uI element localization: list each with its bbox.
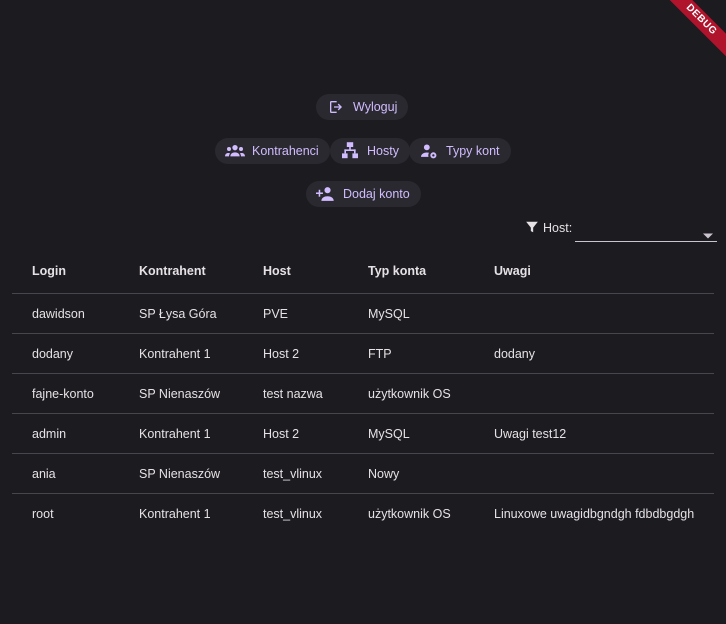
cell-login: dodany: [12, 333, 119, 374]
logout-icon: [326, 99, 346, 115]
cell-notes: dodany: [474, 333, 714, 374]
person-add-icon: [316, 186, 336, 202]
table-row[interactable]: admin Kontrahent 1 Host 2 MySQL Uwagi te…: [12, 413, 714, 454]
cell-login: dawidson: [12, 293, 119, 334]
cell-account-type: MySQL: [348, 293, 474, 334]
arrow-drop-down-icon: [703, 226, 713, 244]
cell-contractor: Kontrahent 1: [119, 413, 243, 454]
column-header-host[interactable]: Host: [243, 248, 348, 294]
cell-host: PVE: [243, 293, 348, 334]
hosts-button[interactable]: Hosty: [330, 138, 410, 164]
cell-login: fajne-konto: [12, 373, 119, 414]
logout-button[interactable]: Wyloguj: [316, 94, 409, 120]
logout-label: Wyloguj: [353, 100, 398, 114]
account-tree-icon: [340, 142, 360, 159]
host-filter: Host:: [525, 218, 717, 242]
cell-contractor: SP Nienaszów: [119, 453, 243, 494]
host-filter-dropdown[interactable]: [575, 218, 717, 242]
host-filter-label: Host:: [543, 221, 573, 235]
account-types-button[interactable]: Typy kont: [409, 138, 511, 164]
table-header-row: Login Kontrahent Host Typ konta Uwagi: [12, 248, 714, 294]
cell-login: ania: [12, 453, 119, 494]
table-row[interactable]: root Kontrahent 1 test_vlinux użytkownik…: [12, 494, 714, 534]
manage-accounts-icon: [419, 143, 439, 159]
add-account-label: Dodaj konto: [343, 187, 410, 201]
column-header-contractor[interactable]: Kontrahent: [119, 248, 243, 294]
cell-contractor: SP Łysa Góra: [119, 293, 243, 334]
column-header-account-type[interactable]: Typ konta: [348, 248, 474, 294]
cell-contractor: Kontrahent 1: [139, 506, 211, 521]
accounts-table: Login Kontrahent Host Typ konta Uwagi da…: [12, 248, 714, 533]
cell-account-type: użytkownik OS: [348, 373, 474, 414]
account-types-label: Typy kont: [446, 144, 500, 158]
cell-contractor: SP Nienaszów: [119, 373, 243, 414]
groups-icon: [225, 143, 245, 159]
cell-host: test nazwa: [243, 373, 348, 414]
filter-icon: [525, 220, 539, 239]
cell-contractor: Kontrahent 1: [119, 333, 243, 374]
cell-notes: [474, 453, 714, 494]
column-header-notes[interactable]: Uwagi: [474, 248, 714, 294]
cell-notes: [474, 293, 714, 334]
cell-account-type: Nowy: [348, 453, 474, 494]
add-account-button[interactable]: Dodaj konto: [306, 181, 421, 207]
cell-notes: Linuxowe uwagidbgndgh fdbdbgdgh: [494, 506, 695, 521]
table-row[interactable]: fajne-konto SP Nienaszów test nazwa użyt…: [12, 373, 714, 414]
cell-login: root: [32, 506, 54, 521]
cell-notes: [474, 373, 714, 414]
table-row[interactable]: dodany Kontrahent 1 Host 2 FTP dodany: [12, 333, 714, 374]
app-root: DEBUG Wyloguj Kontrahenci Hosty Typy kon…: [0, 0, 726, 624]
contractors-button[interactable]: Kontrahenci: [215, 138, 330, 164]
contractors-label: Kontrahenci: [252, 144, 319, 158]
cell-login: admin: [12, 413, 119, 454]
cell-host: Host 2: [243, 413, 348, 454]
table-row[interactable]: dawidson SP Łysa Góra PVE MySQL: [12, 293, 714, 334]
table-row[interactable]: ania SP Nienaszów test_vlinux Nowy: [12, 453, 714, 494]
debug-banner: DEBUG: [656, 0, 726, 65]
cell-account-type: użytkownik OS: [368, 506, 451, 521]
cell-notes: Uwagi test12: [474, 413, 714, 454]
cell-host: Host 2: [243, 333, 348, 374]
column-header-login[interactable]: Login: [12, 248, 119, 294]
cell-account-type: MySQL: [348, 413, 474, 454]
hosts-label: Hosty: [367, 144, 399, 158]
cell-account-type: FTP: [348, 333, 474, 374]
cell-host: test_vlinux: [263, 506, 323, 521]
cell-host: test_vlinux: [243, 453, 348, 494]
